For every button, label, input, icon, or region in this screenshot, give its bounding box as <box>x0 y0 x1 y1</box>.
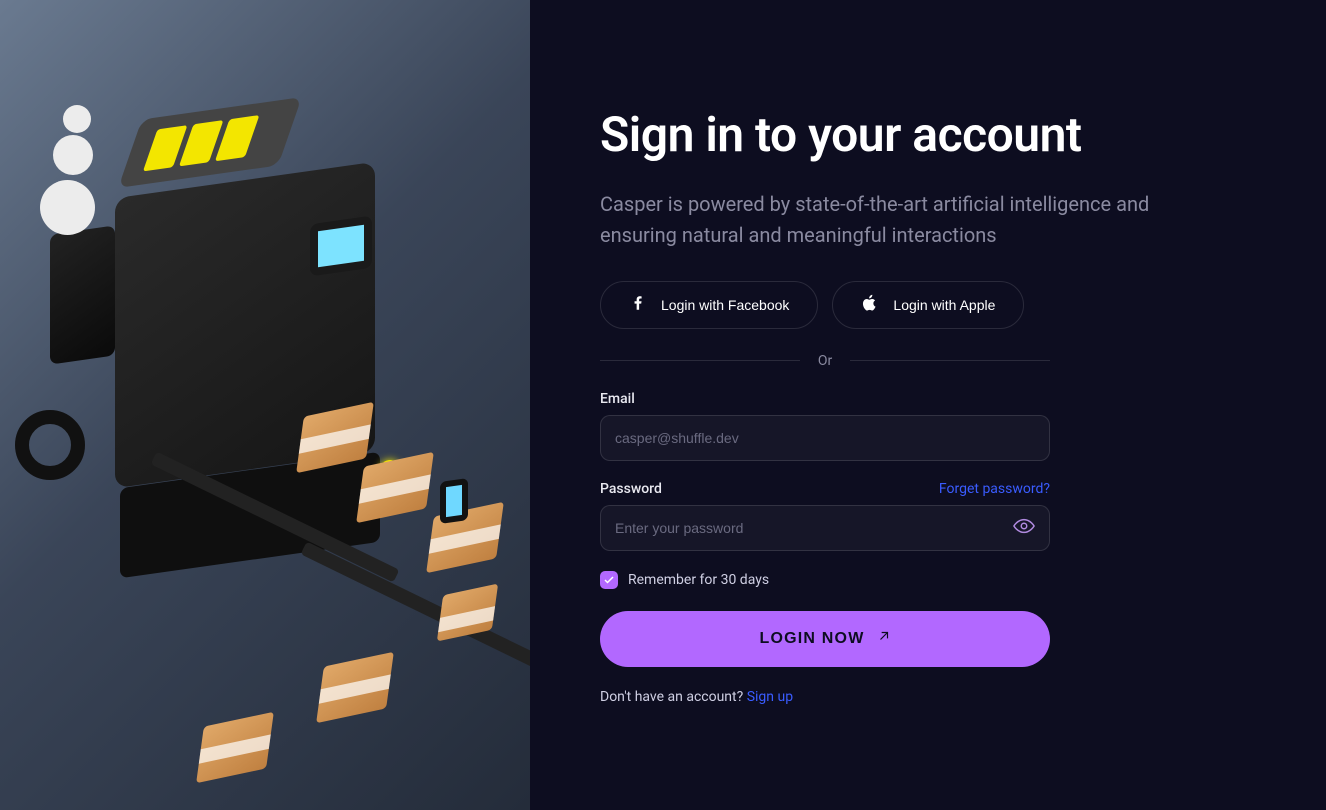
page-subtitle: Casper is powered by state-of-the-art ar… <box>600 189 1160 251</box>
signup-prompt: Don't have an account? Sign up <box>600 689 1160 705</box>
facebook-login-button[interactable]: Login with Facebook <box>600 281 818 329</box>
arrow-up-right-icon <box>877 629 891 648</box>
remember-label: Remember for 30 days <box>628 572 769 588</box>
signup-link[interactable]: Sign up <box>747 689 793 705</box>
login-button[interactable]: LOGIN NOW <box>600 611 1050 667</box>
social-login-row: Login with Facebook Login with Apple <box>600 281 1160 329</box>
apple-login-button[interactable]: Login with Apple <box>832 281 1024 329</box>
apple-login-label: Login with Apple <box>893 297 995 313</box>
page-title: Sign in to your account <box>600 106 1160 163</box>
password-field[interactable] <box>615 520 1013 536</box>
facebook-login-label: Login with Facebook <box>661 297 789 313</box>
signup-prompt-text: Don't have an account? <box>600 689 747 705</box>
email-label: Email <box>600 391 635 407</box>
forgot-password-link[interactable]: Forget password? <box>939 481 1050 497</box>
password-group: Password Forget password? <box>600 481 1050 551</box>
checkbox-box <box>600 571 618 589</box>
signin-panel: Sign in to your account Casper is powere… <box>530 0 1326 810</box>
remember-checkbox[interactable]: Remember for 30 days <box>600 571 1160 589</box>
toggle-password-visibility-button[interactable] <box>1013 515 1035 540</box>
hero-illustration <box>0 0 530 810</box>
email-field[interactable] <box>615 430 1035 446</box>
email-group: Email <box>600 391 1050 461</box>
facebook-icon <box>629 294 647 315</box>
divider-label: Or <box>818 353 832 369</box>
login-button-label: LOGIN NOW <box>759 630 864 648</box>
check-icon <box>603 574 615 586</box>
eye-icon <box>1013 515 1035 540</box>
password-label: Password <box>600 481 662 497</box>
apple-icon <box>861 294 879 315</box>
divider: Or <box>600 353 1050 369</box>
